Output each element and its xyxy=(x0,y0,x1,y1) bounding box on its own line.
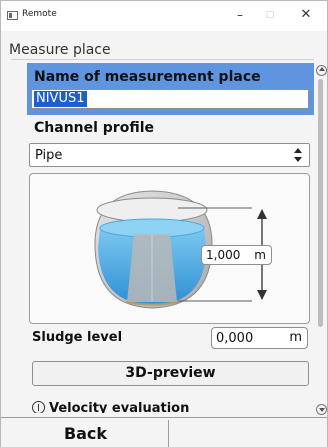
fill-level-unit: m xyxy=(254,248,266,262)
velocity-evaluation-label: Velocity evaluation xyxy=(49,401,190,413)
close-button[interactable]: ✕ xyxy=(291,5,321,25)
sludge-level-unit: m xyxy=(289,330,302,345)
back-button[interactable]: Back xyxy=(3,420,169,447)
sludge-level-label: Sludge level xyxy=(32,330,123,345)
measure-place-content: Name of measurement place NIVUS1 Channel… xyxy=(27,63,315,413)
pipe-preview-panel: 1,000 m xyxy=(29,173,310,324)
measurement-place-input[interactable]: NIVUS1 xyxy=(31,89,309,109)
info-icon xyxy=(32,401,45,413)
channel-profile-value: Pipe xyxy=(35,148,63,163)
fill-level-value: 1,000 xyxy=(206,248,241,262)
remote-window: Remote – □ ✕ Measure place Name of measu… xyxy=(0,0,328,447)
title-bar: Remote – □ ✕ xyxy=(1,1,327,31)
section-title: Measure place xyxy=(9,42,111,58)
footer-bar: Back xyxy=(1,417,327,447)
measurement-place-value: NIVUS1 xyxy=(34,91,87,107)
measurement-place-label: Name of measurement place xyxy=(34,69,261,85)
maximize-button[interactable]: □ xyxy=(255,5,285,25)
updown-arrows-icon xyxy=(294,148,302,162)
scroll-thumb[interactable] xyxy=(318,79,323,327)
footer-empty-slot xyxy=(171,420,321,447)
measurement-place-group: Name of measurement place NIVUS1 xyxy=(27,63,314,115)
section-divider xyxy=(11,59,314,60)
scroll-down-icon[interactable] xyxy=(316,404,327,415)
sludge-level-input[interactable]: 0,000 m xyxy=(211,327,308,349)
channel-profile-select[interactable]: Pipe xyxy=(29,143,310,167)
vertical-scrollbar[interactable] xyxy=(315,63,327,418)
scroll-up-icon[interactable] xyxy=(316,65,327,76)
sludge-level-value: 0,000 xyxy=(216,331,254,346)
window-title: Remote xyxy=(22,9,57,19)
3d-preview-button[interactable]: 3D-preview xyxy=(32,361,309,386)
channel-profile-label: Channel profile xyxy=(34,120,155,136)
minimize-button[interactable]: – xyxy=(225,5,255,25)
pipe-opening xyxy=(96,197,208,223)
fill-level-field: 1,000 m xyxy=(201,245,272,265)
app-window-icon xyxy=(7,11,18,20)
velocity-evaluation-item[interactable]: Velocity evaluation xyxy=(32,401,189,413)
